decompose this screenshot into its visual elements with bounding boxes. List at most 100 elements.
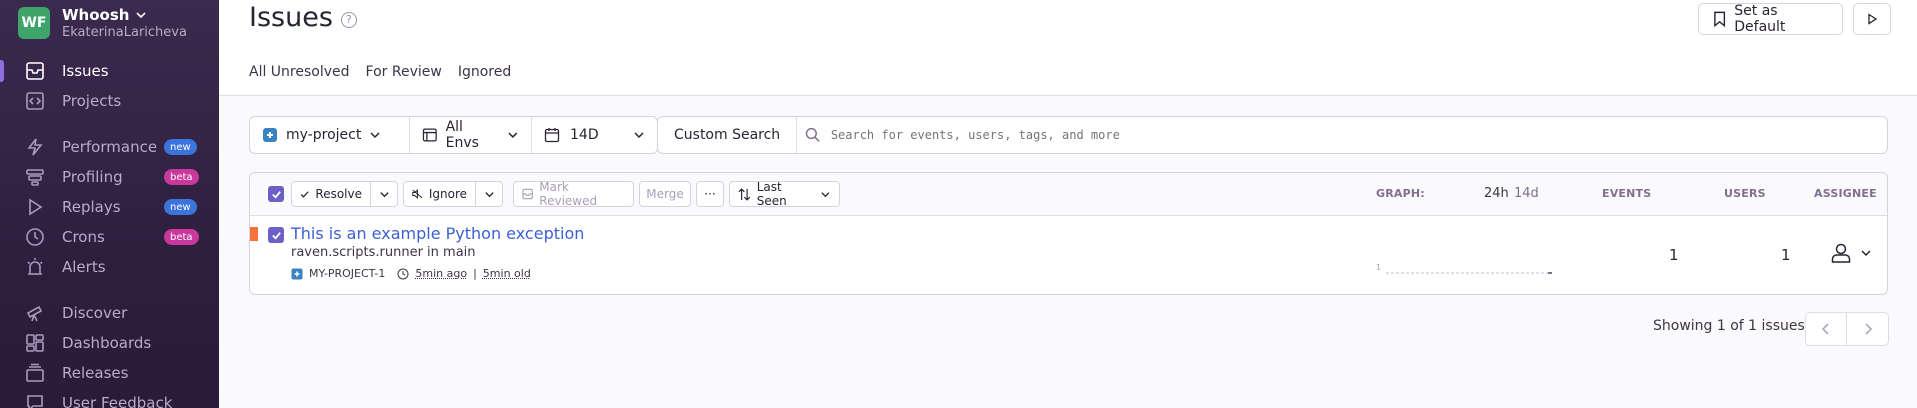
play-icon xyxy=(1868,13,1878,25)
sidebar-item-alerts[interactable]: Alerts xyxy=(0,253,219,281)
project-filter[interactable]: my-project xyxy=(250,117,410,153)
page-title: Issues xyxy=(249,2,333,33)
resolve-button[interactable]: Resolve xyxy=(291,181,371,207)
page-header: Issues ? Set as Default All Unresolved F… xyxy=(219,0,1917,96)
sidebar-item-label: Discover xyxy=(62,304,128,322)
dashboard-icon xyxy=(25,333,45,353)
sidebar-item-discover[interactable]: Discover xyxy=(0,299,219,327)
siren-icon xyxy=(25,257,45,277)
telescope-icon xyxy=(25,303,45,323)
sidebar-item-label: User Feedback xyxy=(62,394,173,408)
new-badge: new xyxy=(164,199,197,215)
resolve-dropdown-button[interactable] xyxy=(370,181,398,207)
sidebar-item-releases[interactable]: Releases xyxy=(0,359,219,387)
sidebar-item-projects[interactable]: Projects xyxy=(0,87,219,115)
ignore-dropdown-button[interactable] xyxy=(475,181,503,207)
ignore-button[interactable]: Ignore xyxy=(403,181,476,207)
help-icon[interactable]: ? xyxy=(340,11,357,28)
environment-filter[interactable]: All Envs xyxy=(410,117,532,153)
sidebar-item-crons[interactable]: Crons beta xyxy=(0,223,219,251)
issue-short-id[interactable]: MY-PROJECT-1 xyxy=(309,267,385,280)
org-avatar: WF xyxy=(18,7,50,39)
issue-checkbox[interactable] xyxy=(268,227,284,243)
chevron-down-icon xyxy=(508,132,518,138)
previous-page-button[interactable] xyxy=(1805,312,1847,346)
assignee-column-header: ASSIGNEE xyxy=(1814,187,1877,200)
tab-all-unresolved[interactable]: All Unresolved xyxy=(249,64,350,80)
sidebar-item-performance[interactable]: Performance new xyxy=(0,133,219,161)
sidebar: WF Whoosh EkaterinaLaricheva Issues Proj… xyxy=(0,0,219,408)
tab-ignored[interactable]: Ignored xyxy=(458,64,511,80)
feedback-icon xyxy=(25,393,45,408)
user-icon xyxy=(1831,243,1851,263)
users-column-header: USERS xyxy=(1724,187,1766,200)
pagination xyxy=(1805,312,1889,346)
bookmark-icon xyxy=(1714,11,1726,27)
sidebar-item-label: Projects xyxy=(62,92,122,110)
user-count[interactable]: 1 xyxy=(1781,246,1791,264)
chevron-down-icon xyxy=(379,191,389,197)
date-filter[interactable]: 14D xyxy=(532,117,657,153)
sort-dropdown[interactable]: Last Seen xyxy=(729,180,840,208)
sidebar-item-user-feedback[interactable]: User Feedback xyxy=(0,389,219,408)
org-switcher[interactable]: WF Whoosh EkaterinaLaricheva xyxy=(18,6,187,40)
pagination-summary: Showing 1 of 1 issues xyxy=(1653,318,1805,334)
chevron-down-icon xyxy=(634,132,644,139)
event-count[interactable]: 1 xyxy=(1669,246,1679,264)
chevron-down-icon xyxy=(484,191,494,197)
graph-period-14d[interactable]: 14d xyxy=(1514,186,1539,201)
issue-search: Custom Search xyxy=(657,116,1888,154)
main-content: Issues ? Set as Default All Unresolved F… xyxy=(219,0,1917,408)
ignore-label: Ignore xyxy=(428,187,467,201)
set-as-default-button[interactable]: Set as Default xyxy=(1698,3,1843,35)
events-column-header: EVENTS xyxy=(1602,187,1652,200)
project-icon xyxy=(291,268,303,279)
issue-row[interactable]: This is an example Python exception rave… xyxy=(250,216,1887,294)
sidebar-item-issues[interactable]: Issues xyxy=(0,57,219,85)
next-page-button[interactable] xyxy=(1847,312,1889,346)
issue-tabs: All Unresolved For Review Ignored xyxy=(249,64,511,80)
first-seen: 5min old xyxy=(482,267,531,280)
sidebar-item-label: Dashboards xyxy=(62,334,152,352)
more-actions-button[interactable]: ··· xyxy=(696,181,724,207)
checkmark-icon xyxy=(271,231,281,240)
sparkline-max-label: 1 xyxy=(1376,263,1381,272)
code-icon xyxy=(25,91,45,111)
mark-reviewed-button[interactable]: Mark Reviewed xyxy=(513,180,634,208)
sidebar-item-label: Crons xyxy=(62,228,105,246)
issue-meta: MY-PROJECT-1 5min ago | 5min old xyxy=(291,267,531,280)
releases-icon xyxy=(25,363,45,383)
chevron-down-icon xyxy=(821,191,830,197)
sidebar-item-dashboards[interactable]: Dashboards xyxy=(0,329,219,357)
sort-label: Last Seen xyxy=(756,180,787,208)
org-name: Whoosh xyxy=(62,6,130,24)
search-input[interactable] xyxy=(830,128,1879,142)
calendar-icon xyxy=(544,128,560,143)
profiling-icon xyxy=(25,167,45,187)
clock-history-icon xyxy=(25,227,45,247)
tab-for-review[interactable]: For Review xyxy=(366,64,442,80)
assignee-selector[interactable] xyxy=(1830,242,1872,264)
search-icon xyxy=(805,127,820,142)
inbox-icon xyxy=(25,61,45,81)
select-all-checkbox[interactable] xyxy=(268,186,284,202)
issue-list-panel: Resolve Ignore Mark Reviewed Merge ··· L… xyxy=(249,172,1888,295)
play-icon xyxy=(25,197,45,217)
sort-icon xyxy=(738,187,751,201)
play-tour-button[interactable] xyxy=(1853,3,1891,35)
level-indicator xyxy=(250,227,258,241)
org-username: EkaterinaLaricheva xyxy=(62,25,187,40)
sidebar-item-replays[interactable]: Replays new xyxy=(0,193,219,221)
project-icon xyxy=(263,128,277,142)
beta-badge: beta xyxy=(164,229,199,245)
issue-list-actions: Resolve Ignore Mark Reviewed Merge ··· L… xyxy=(250,173,1887,216)
custom-search-button[interactable]: Custom Search xyxy=(658,117,798,153)
graph-period-24h[interactable]: 24h xyxy=(1484,186,1509,201)
sidebar-item-label: Releases xyxy=(62,364,129,382)
sidebar-item-profiling[interactable]: Profiling beta xyxy=(0,163,219,191)
merge-button[interactable]: Merge xyxy=(639,181,691,207)
new-badge: new xyxy=(164,139,197,155)
clock-icon xyxy=(397,268,409,279)
issue-title-link[interactable]: This is an example Python exception xyxy=(291,224,584,243)
sidebar-item-label: Issues xyxy=(62,62,109,80)
